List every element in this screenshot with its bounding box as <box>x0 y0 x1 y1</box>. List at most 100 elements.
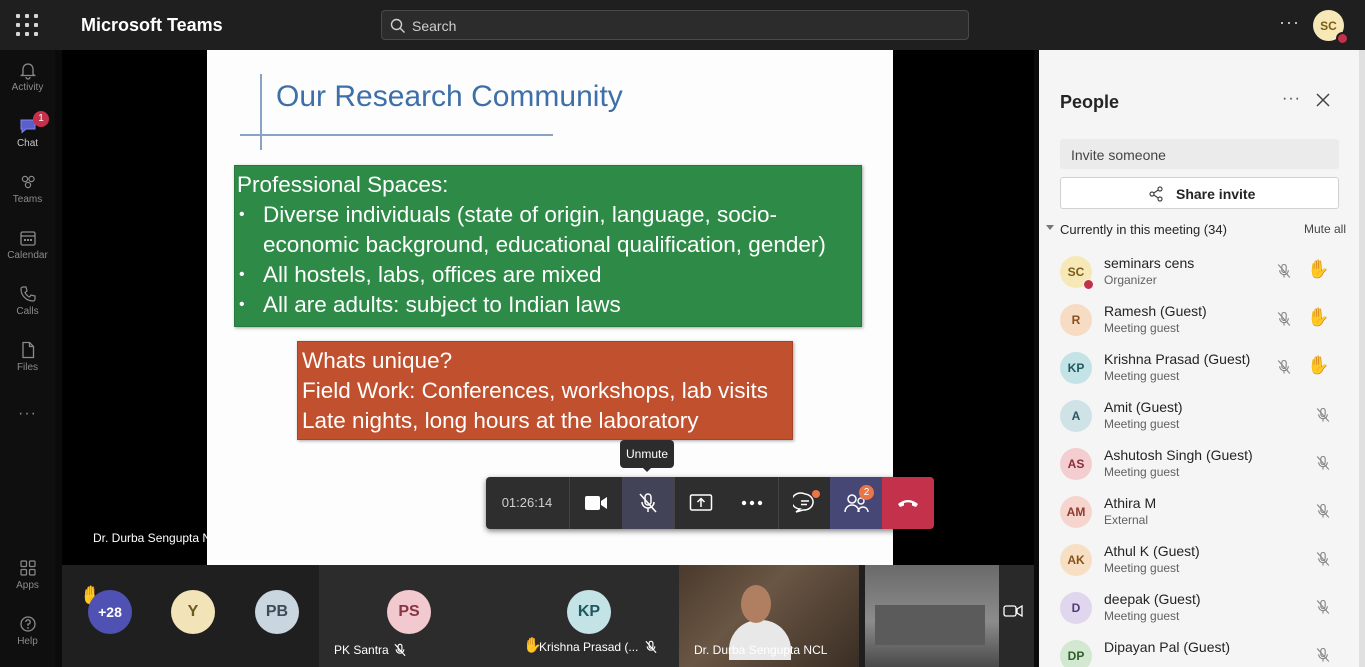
participant-role: Meeting guest <box>1104 465 1180 479</box>
video-tile[interactable] <box>865 565 999 667</box>
slide-bullet: • <box>239 206 245 223</box>
rail-item-files[interactable]: Files <box>0 340 55 373</box>
help-icon <box>19 616 36 632</box>
video-tile[interactable]: Dr. Durba Sengupta NCL <box>679 565 859 667</box>
avatar: AM <box>1060 496 1092 528</box>
close-icon[interactable] <box>1315 92 1331 108</box>
rail-item-teams[interactable]: Teams <box>0 172 55 205</box>
hang-up-button[interactable] <box>882 477 934 529</box>
participant-tile[interactable]: Y <box>148 565 234 667</box>
mic-off-icon <box>1316 407 1330 422</box>
slide-red-box: Whats unique? Field Work: Conferences, w… <box>297 341 793 440</box>
participant-row[interactable]: KP Krishna Prasad (Guest) Meeting guest … <box>1039 344 1359 392</box>
share-screen-icon <box>689 494 713 511</box>
slide-red-line: Whats unique? <box>302 348 453 373</box>
panel-more-icon[interactable]: ··· <box>1282 90 1301 108</box>
rail-label: Calendar <box>7 250 48 261</box>
participants-button[interactable]: 2 <box>830 477 882 529</box>
avatar: AK <box>1060 544 1092 576</box>
raised-hand-icon: ✋ <box>1307 259 1330 279</box>
rail-item-help[interactable]: Help <box>0 614 55 647</box>
slide-red-line: Field Work: Conferences, workshops, lab … <box>302 378 769 403</box>
mic-off-icon <box>1316 647 1330 662</box>
participant-row[interactable]: AS Ashutosh Singh (Guest) Meeting guest <box>1039 440 1359 488</box>
mic-off-icon <box>639 493 657 513</box>
participant-row[interactable]: SC seminars cens Organizer ✋ <box>1039 248 1359 296</box>
rail-item-calendar[interactable]: Calendar <box>0 228 55 261</box>
participant-row[interactable]: D deepak (Guest) Meeting guest <box>1039 584 1359 632</box>
participant-tile[interactable]: KP ✋ Krishna Prasad (... <box>499 565 679 667</box>
more-apps-icon[interactable]: ··· <box>0 405 55 423</box>
call-timer: 01:26:14 <box>501 495 553 510</box>
avatar: R <box>1060 304 1092 336</box>
mute-all-button[interactable]: Mute all <box>1304 222 1346 236</box>
mic-button[interactable] <box>622 477 674 529</box>
search-placeholder: Search <box>412 18 457 34</box>
participant-name: Dipayan Pal (Guest) <box>1104 639 1231 655</box>
participant-role: Meeting guest <box>1104 561 1180 575</box>
user-status-badge <box>1336 32 1349 45</box>
participant-role: Meeting guest <box>1104 609 1180 623</box>
participant-name: seminars cens <box>1104 255 1195 271</box>
mic-off-icon <box>645 640 657 654</box>
phone-icon <box>19 286 36 302</box>
search-input[interactable]: Search <box>381 10 969 40</box>
participant-row[interactable]: AM Athira M External <box>1039 488 1359 536</box>
invite-placeholder: Invite someone <box>1071 147 1166 163</box>
slide-decor-line <box>240 134 553 136</box>
gallery-scroll-area[interactable] <box>999 565 1034 667</box>
participant-name: Athul K (Guest) <box>1104 543 1200 559</box>
overflow-tile[interactable]: ✋ +28 <box>62 565 148 667</box>
slide-title: Our Research Community <box>276 80 623 113</box>
invite-input[interactable]: Invite someone <box>1060 139 1339 169</box>
participant-row[interactable]: A Amit (Guest) Meeting guest <box>1039 392 1359 440</box>
participant-row[interactable]: AK Athul K (Guest) Meeting guest <box>1039 536 1359 584</box>
mic-off-icon <box>394 643 406 657</box>
avatar: KP <box>1060 352 1092 384</box>
slide-green-line: All hostels, labs, offices are mixed <box>263 262 602 287</box>
app-title: Microsoft Teams <box>81 15 223 35</box>
participant-role: Organizer <box>1104 273 1157 287</box>
share-screen-button[interactable] <box>674 477 727 529</box>
slide-decor-line <box>260 74 262 150</box>
panel-scrollbar[interactable] <box>1359 50 1365 667</box>
participant-name: deepak (Guest) <box>1104 591 1201 607</box>
panel-title: People <box>1060 92 1120 112</box>
presenter-name: Dr. Durba Sengupta NCL <box>93 531 227 545</box>
participant-row[interactable]: R Ramesh (Guest) Meeting guest ✋ <box>1039 296 1359 344</box>
participant-tile[interactable]: PB <box>234 565 320 667</box>
rail-label: Apps <box>16 580 39 591</box>
participant-role: External <box>1104 513 1149 527</box>
video-person <box>741 585 771 623</box>
calendar-icon <box>19 231 36 246</box>
hang-up-icon <box>898 500 918 507</box>
camera-button[interactable] <box>569 477 622 529</box>
participant-name: Athira M <box>1104 495 1157 511</box>
more-actions-button[interactable] <box>726 477 778 529</box>
unmute-tooltip: Unmute <box>620 440 674 468</box>
rail-item-calls[interactable]: Calls <box>0 284 55 317</box>
chat-button[interactable] <box>778 477 831 529</box>
participant-tile[interactable]: PS PK Santra <box>319 565 499 667</box>
apps-icon <box>19 560 36 576</box>
mic-off-icon <box>1316 551 1330 566</box>
avatar: D <box>1060 592 1092 624</box>
share-invite-button[interactable]: Share invite <box>1060 177 1339 209</box>
participant-name: Dr. Durba Sengupta NCL <box>694 643 828 657</box>
meeting-section-header[interactable]: Currently in this meeting (34) Mute all <box>1046 221 1346 241</box>
rail-item-activity[interactable]: Activity <box>0 60 55 93</box>
participant-row[interactable]: DP Dipayan Pal (Guest) <box>1039 632 1359 667</box>
more-options-icon[interactable]: ··· <box>1279 12 1300 33</box>
participants-badge: 2 <box>859 485 874 500</box>
participant-role: Meeting guest <box>1104 417 1180 431</box>
avatar: Y <box>171 590 215 634</box>
app-rail: Activity Chat 1 Teams Calendar Calls Fil… <box>0 50 55 667</box>
tooltip-arrow <box>642 467 652 472</box>
search-icon <box>390 18 405 33</box>
app-launcher-icon[interactable] <box>16 14 38 36</box>
avatar: PB <box>255 590 299 634</box>
participant-gallery: ✋ +28 Y PB PS PK Santra KP ✋ Krishna Pra… <box>62 565 1034 667</box>
mic-off-icon <box>1316 599 1330 614</box>
rail-item-chat[interactable]: Chat 1 <box>0 111 55 149</box>
rail-item-apps[interactable]: Apps <box>0 558 55 591</box>
